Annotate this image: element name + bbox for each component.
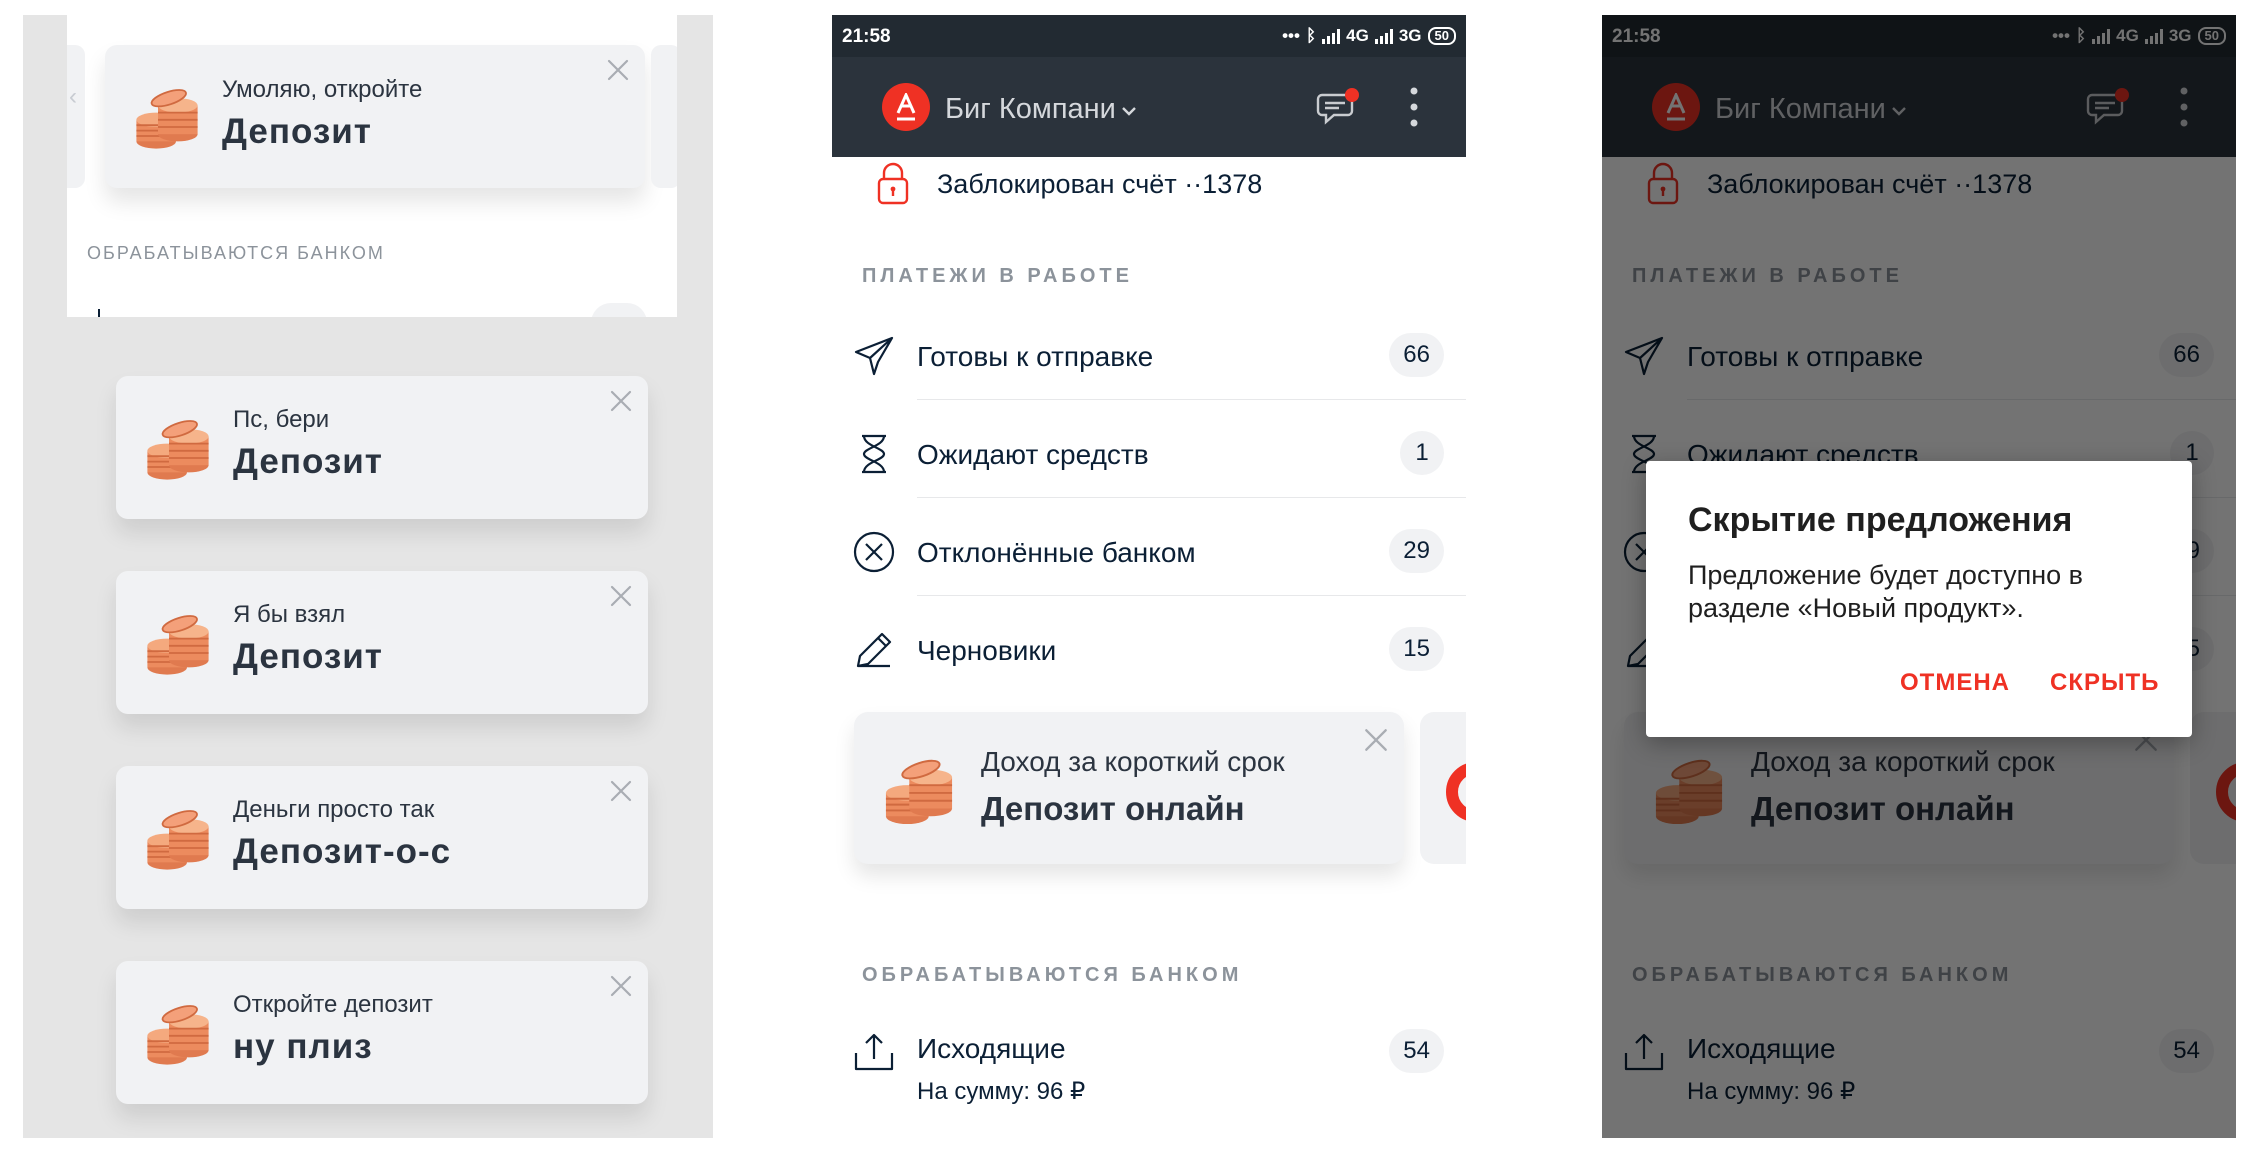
- cancel-circle-icon: [853, 531, 895, 573]
- previous-promo-card-peek[interactable]: ‹: [67, 45, 85, 188]
- promo-card-1[interactable]: Пс, бери Депозит: [116, 376, 648, 519]
- promo-card-top[interactable]: Умоляю, откройте Депозит: [105, 45, 645, 188]
- promo-product: Депозит-о-с: [233, 832, 452, 871]
- lock-icon: [877, 162, 909, 205]
- hourglass-icon: [862, 434, 886, 474]
- count-badge: 66: [1389, 333, 1444, 377]
- next-promo-card-peek[interactable]: [1420, 712, 1466, 864]
- row-label: Отклонённые банком: [917, 537, 1196, 568]
- chevron-down-icon[interactable]: [1121, 105, 1137, 117]
- close-icon[interactable]: [608, 583, 634, 609]
- close-icon[interactable]: [608, 388, 634, 414]
- close-icon[interactable]: [608, 973, 634, 999]
- app-bar: Биг Компани: [832, 57, 1466, 157]
- blocked-account-text: Заблокирован счёт ··1378: [937, 169, 1263, 199]
- cancel-button[interactable]: ОТМЕНА: [1900, 669, 2010, 697]
- pencil-icon: [856, 632, 892, 668]
- promo-title: Умоляю, откройте: [222, 76, 423, 103]
- network-type-3g: 3G: [1398, 26, 1422, 45]
- section-title-payments: ПЛАТЕЖИ В РАБОТЕ: [862, 265, 1133, 287]
- row-drafts[interactable]: Черновики 15: [832, 596, 1466, 694]
- alfa-logo-icon: [896, 93, 916, 121]
- bluetooth-icon: ᛒ: [1305, 26, 1317, 45]
- row-sum: На сумму: 96 ₽: [917, 1078, 1086, 1105]
- close-icon[interactable]: [605, 57, 631, 83]
- promo-title: Пс, бери: [233, 406, 330, 433]
- promo-title: Откройте депозит: [233, 991, 433, 1018]
- paper-plane-icon: [854, 336, 894, 376]
- promo-card-2[interactable]: Я бы взял Депозит: [116, 571, 648, 714]
- count-badge: 54: [1389, 1029, 1444, 1073]
- coins-icon: [142, 416, 214, 482]
- section-title-processing: ОБРАБАТЫВАЮТСЯ БАНКОМ: [87, 243, 385, 263]
- outgoing-icon: [854, 1033, 894, 1071]
- promo-card-4[interactable]: Откройте депозит ну плиз: [116, 961, 648, 1104]
- status-icons: ••• ᛒ 4G 3G 50: [1282, 25, 1456, 47]
- outgoing-icon: [90, 309, 100, 317]
- promo-product: Депозит онлайн: [981, 790, 1245, 827]
- signal-icon: [1374, 28, 1393, 44]
- row-ready-to-send[interactable]: Готовы к отправке 66: [832, 302, 1466, 400]
- row-label: Черновики: [917, 635, 1057, 666]
- promo-product: Депозит: [222, 112, 372, 151]
- coins-icon: [142, 806, 214, 872]
- blocked-account-notice[interactable]: Заблокирован счёт ··1378: [832, 157, 1466, 217]
- hide-button[interactable]: СКРЫТЬ: [2050, 669, 2159, 697]
- coins-icon: [142, 611, 214, 677]
- battery-icon: 50: [1427, 27, 1456, 45]
- chat-icon[interactable]: [1316, 83, 1362, 129]
- row-label: Готовы к отправке: [917, 341, 1154, 372]
- status-time: 21:58: [842, 26, 891, 47]
- more-options-icon[interactable]: [1408, 85, 1420, 129]
- close-icon[interactable]: [608, 778, 634, 804]
- phone-screen-dialog: 21:58 ••• ᛒ 4G 3G 50 Биг Компани: [1602, 15, 2236, 1138]
- coins-icon: [880, 756, 958, 826]
- promo-variants-panel: ‹ Умоляю, откройте Депозит ОБРАБАТЫВАЮТС…: [23, 15, 713, 1138]
- promo-product: Депозит: [233, 637, 383, 676]
- company-avatar[interactable]: [882, 83, 930, 131]
- phone-screen-main: 21:58 ••• ᛒ 4G 3G 50 Биг Компани Заблоки…: [832, 15, 1466, 1138]
- promo-title: Я бы взял: [233, 601, 346, 628]
- row-awaiting-funds[interactable]: Ожидают средств 1: [832, 400, 1466, 498]
- row-label: Ожидают средств: [917, 439, 1149, 470]
- promo-product: ну плиз: [233, 1027, 373, 1066]
- promo-title: Доход за короткий срок: [981, 746, 1285, 777]
- dialog-title: Скрытие предложения: [1688, 501, 2073, 539]
- coins-icon: [142, 1001, 214, 1067]
- status-bar: 21:58 ••• ᛒ 4G 3G 50: [832, 15, 1466, 57]
- cut-off-row: [87, 303, 647, 317]
- more-notifications-icon: •••: [1282, 26, 1300, 45]
- network-type-4g: 4G: [1346, 26, 1369, 45]
- chevron-left-icon: ‹: [69, 83, 77, 110]
- count-badge: 15: [1389, 627, 1444, 671]
- dialog-message: Предложение будет доступно в разделе «Но…: [1688, 560, 2084, 623]
- section-title-processing: ОБРАБАТЫВАЮТСЯ БАНКОМ: [862, 964, 1243, 986]
- row-label: Исходящие: [917, 1033, 1066, 1064]
- lifebuoy-icon: [1446, 762, 1466, 822]
- signal-icon: [1322, 28, 1341, 44]
- top-card-fragment: ‹ Умоляю, откройте Депозит ОБРАБАТЫВАЮТС…: [67, 15, 677, 317]
- badge-fragment: [591, 303, 647, 317]
- promo-product: Депозит: [233, 442, 383, 481]
- deposit-promo-card[interactable]: Доход за короткий срок Депозит онлайн: [854, 712, 1404, 864]
- row-rejected-by-bank[interactable]: Отклонённые банком 29: [832, 498, 1466, 596]
- row-outgoing[interactable]: Исходящие На сумму: 96 ₽ 54: [832, 1015, 1466, 1125]
- count-badge: 29: [1389, 529, 1444, 573]
- hide-offer-dialog: Скрытие предложения Предложение будет дос…: [1646, 461, 2192, 737]
- next-promo-card-peek[interactable]: [651, 45, 677, 188]
- coins-icon: [131, 85, 203, 151]
- company-switcher[interactable]: Биг Компани: [945, 93, 1116, 126]
- count-badge: 1: [1400, 431, 1444, 475]
- promo-card-3[interactable]: Деньги просто так Депозит-о-с: [116, 766, 648, 909]
- promo-title: Деньги просто так: [233, 796, 435, 823]
- close-icon[interactable]: [1362, 726, 1390, 754]
